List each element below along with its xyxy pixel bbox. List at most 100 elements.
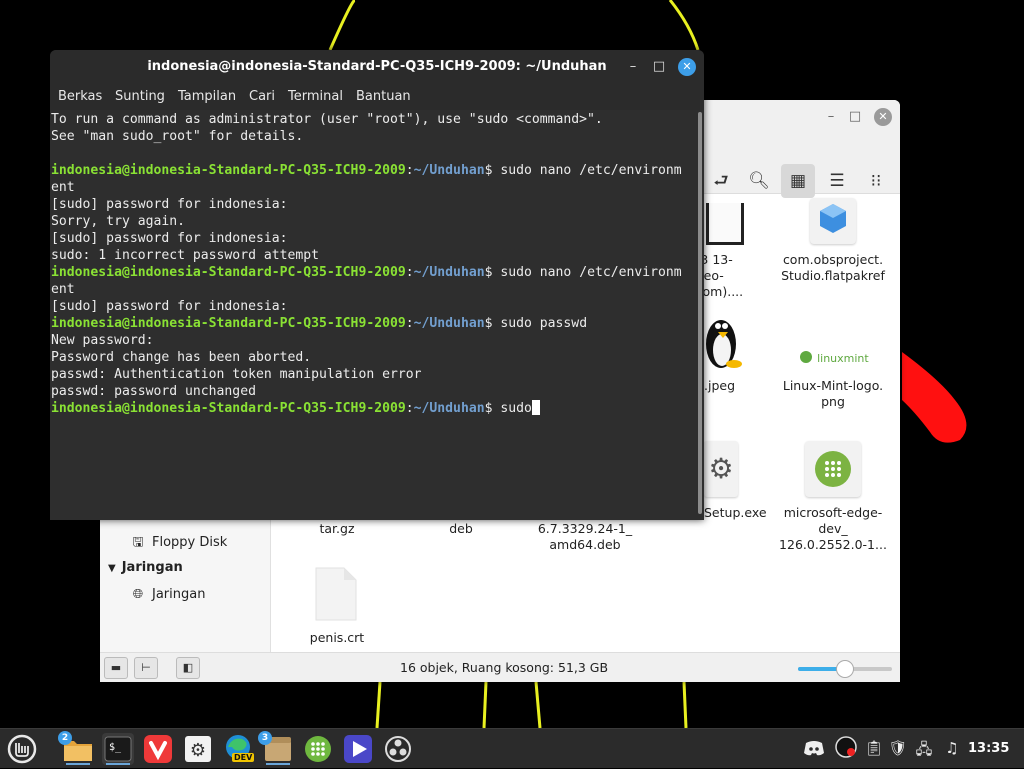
penguin-image-icon[interactable]	[704, 306, 742, 370]
taskbar: 2 $_ ⚙ DEV 3 📋︎ 🛡︎ 🖧 ♫ 13:35	[0, 728, 1024, 768]
obs-flatpakref-icon[interactable]	[810, 198, 856, 244]
network-tray-icon[interactable]: 🖧	[913, 739, 935, 764]
file-label: com.obsproject.	[782, 252, 884, 267]
svg-text:$_: $_	[109, 742, 122, 753]
sidebar-item-network[interactable]: 🌐︎ Jaringan	[130, 587, 206, 602]
file-label: 126.0.2552.0-1...	[779, 537, 887, 552]
terminal-output-line: To run a command as administrator (user …	[51, 112, 603, 127]
terminal-prompt-line: indonesia@indonesia-Standard-PC-Q35-ICH9…	[51, 400, 540, 417]
file-deb[interactable]: deb	[406, 521, 516, 537]
icon-view-icon[interactable]: ▦	[781, 164, 815, 198]
prompt-command: $ sudo passwd	[484, 316, 588, 331]
close-icon[interactable]: ✕	[874, 108, 892, 126]
show-tree-icon[interactable]: ⊢	[134, 657, 158, 679]
compact-view-icon[interactable]: ⁝⁝	[859, 164, 893, 198]
files-launcher[interactable]: 2	[58, 731, 94, 765]
menu-item-help[interactable]: Bantuan	[356, 89, 411, 104]
edge-dev-label: DEV	[232, 753, 255, 762]
status-text: 16 objek, Ruang kosong: 51,3 GB	[400, 660, 609, 675]
prompt-path: ~/Unduhan	[413, 316, 485, 331]
shield-icon[interactable]: 🛡︎	[887, 739, 909, 757]
search-icon[interactable]: 🔍︎	[742, 164, 776, 198]
terminal-output-line: ent	[51, 180, 75, 195]
terminal-scrollbar[interactable]	[696, 110, 704, 520]
terminal-output-line: [sudo] password for indonesia:	[51, 299, 288, 314]
minimize-icon[interactable]: –	[822, 108, 840, 126]
archive-manager-launcher[interactable]: 3	[258, 731, 294, 765]
terminal-output-line: New password:	[51, 333, 154, 348]
archive-badge: 3	[258, 731, 272, 745]
file-microsoft-edge-dev[interactable]: microsoft-edge- dev_ 126.0.2552.0-1...	[778, 505, 888, 553]
minimize-icon[interactable]: –	[624, 58, 642, 76]
deb-package-icon[interactable]	[805, 441, 861, 497]
list-view-icon[interactable]: ☰	[820, 164, 854, 198]
hide-sidebar-icon[interactable]: ◧	[176, 657, 200, 679]
path-toggle-icon[interactable]: ⮐	[704, 164, 738, 198]
maximize-icon[interactable]: □	[650, 58, 668, 76]
file-label: penis.crt	[309, 630, 365, 645]
file-amd64-deb[interactable]: 6.7.3329.24-1_ amd64.deb	[530, 521, 640, 553]
gear-icon[interactable]: ⚙	[704, 441, 738, 497]
running-indicator	[106, 763, 130, 765]
clock[interactable]: 13:35	[968, 741, 1009, 756]
settings-launcher[interactable]: ⚙	[182, 733, 214, 765]
scrollbar-thumb[interactable]	[698, 112, 702, 514]
terminal-titlebar[interactable]: indonesia@indonesia-Standard-PC-Q35-ICH9…	[50, 50, 704, 84]
prompt-user: indonesia@indonesia-Standard-PC-Q35-ICH9…	[51, 265, 406, 280]
vivaldi-launcher[interactable]	[142, 733, 174, 765]
prompt-path: ~/Unduhan	[413, 401, 485, 416]
mint-logo-text: linuxmint	[817, 352, 869, 365]
file-label: amd64.deb	[549, 537, 621, 552]
terminal-output-line: Password change has been aborted.	[51, 350, 312, 365]
sidebar-item-floppy[interactable]: 🖫 Floppy Disk	[130, 533, 227, 555]
sound-icon[interactable]: ♫	[941, 739, 963, 757]
maximize-icon[interactable]: □	[846, 108, 864, 126]
file-label: Studio.flatpakref	[781, 268, 885, 283]
prompt-command: $ sudo nano /etc/environm	[484, 265, 682, 280]
prompt-path: ~/Unduhan	[413, 265, 485, 280]
terminal-launcher[interactable]: $_	[102, 733, 134, 765]
terminal-window: indonesia@indonesia-Standard-PC-Q35-ICH9…	[50, 50, 704, 520]
terminal-output-line: See "man sudo_root" for details.	[51, 129, 304, 144]
file-crt[interactable]: penis.crt	[282, 630, 392, 646]
menu-item-terminal[interactable]: Terminal	[288, 89, 343, 104]
file-jpeg[interactable]: .jpeg	[704, 378, 744, 394]
svg-text:⚙: ⚙	[190, 740, 206, 761]
menu-item-view[interactable]: Tampilan	[178, 89, 236, 104]
sidebar-section-network[interactable]: ▼ Jaringan	[108, 560, 183, 575]
prompt-command: $ sudo	[484, 401, 532, 416]
software-manager-launcher[interactable]	[302, 733, 334, 765]
terminal-output[interactable]: To run a command as administrator (user …	[50, 110, 696, 520]
mint-logo-icon	[800, 351, 812, 363]
discord-tray-icon[interactable]	[803, 739, 825, 761]
linux-mint-logo-thumbnail[interactable]: linuxmint	[800, 347, 870, 365]
mint-menu-button[interactable]	[4, 733, 40, 765]
files-badge: 2	[58, 731, 72, 745]
file-linux-mint-logo[interactable]: Linux-Mint-logo. png	[778, 378, 888, 410]
file-label: Setup.exe	[704, 505, 767, 520]
close-icon[interactable]: ✕	[678, 58, 696, 76]
status-bar: ▬ ⊢ ◧ 16 objek, Ruang kosong: 51,3 GB	[100, 652, 900, 682]
file-obs-flatpakref[interactable]: com.obsproject. Studio.flatpakref	[778, 252, 888, 284]
edge-dev-launcher[interactable]: DEV	[222, 733, 255, 765]
terminal-output-line: [sudo] password for indonesia:	[51, 231, 288, 246]
video-file-thumbnail[interactable]	[706, 203, 744, 245]
file-label: 6.7.3329.24-1_	[537, 521, 633, 536]
prompt-command: $ sudo nano /etc/environm	[484, 163, 682, 178]
certificate-file-icon[interactable]	[314, 566, 358, 622]
obs-launcher[interactable]	[382, 733, 414, 765]
media-player-launcher[interactable]	[342, 733, 374, 765]
show-places-icon[interactable]: ▬	[104, 657, 128, 679]
terminal-prompt-line: indonesia@indonesia-Standard-PC-Q35-ICH9…	[51, 265, 682, 280]
menu-item-file[interactable]: Berkas	[58, 89, 102, 104]
menu-item-edit[interactable]: Sunting	[115, 89, 165, 104]
file-tar-gz[interactable]: tar.gz	[282, 521, 392, 537]
clipboard-tray-icon[interactable]: 📋︎	[863, 739, 885, 757]
zoom-slider[interactable]	[798, 660, 892, 678]
zoom-slider-handle[interactable]	[836, 660, 854, 678]
menu-item-search[interactable]: Cari	[249, 89, 275, 104]
file-label: dev_	[818, 521, 848, 536]
prompt-path: ~/Unduhan	[413, 163, 485, 178]
file-setup-exe[interactable]: Setup.exe	[704, 505, 767, 521]
obs-tray-icon[interactable]	[835, 736, 857, 762]
